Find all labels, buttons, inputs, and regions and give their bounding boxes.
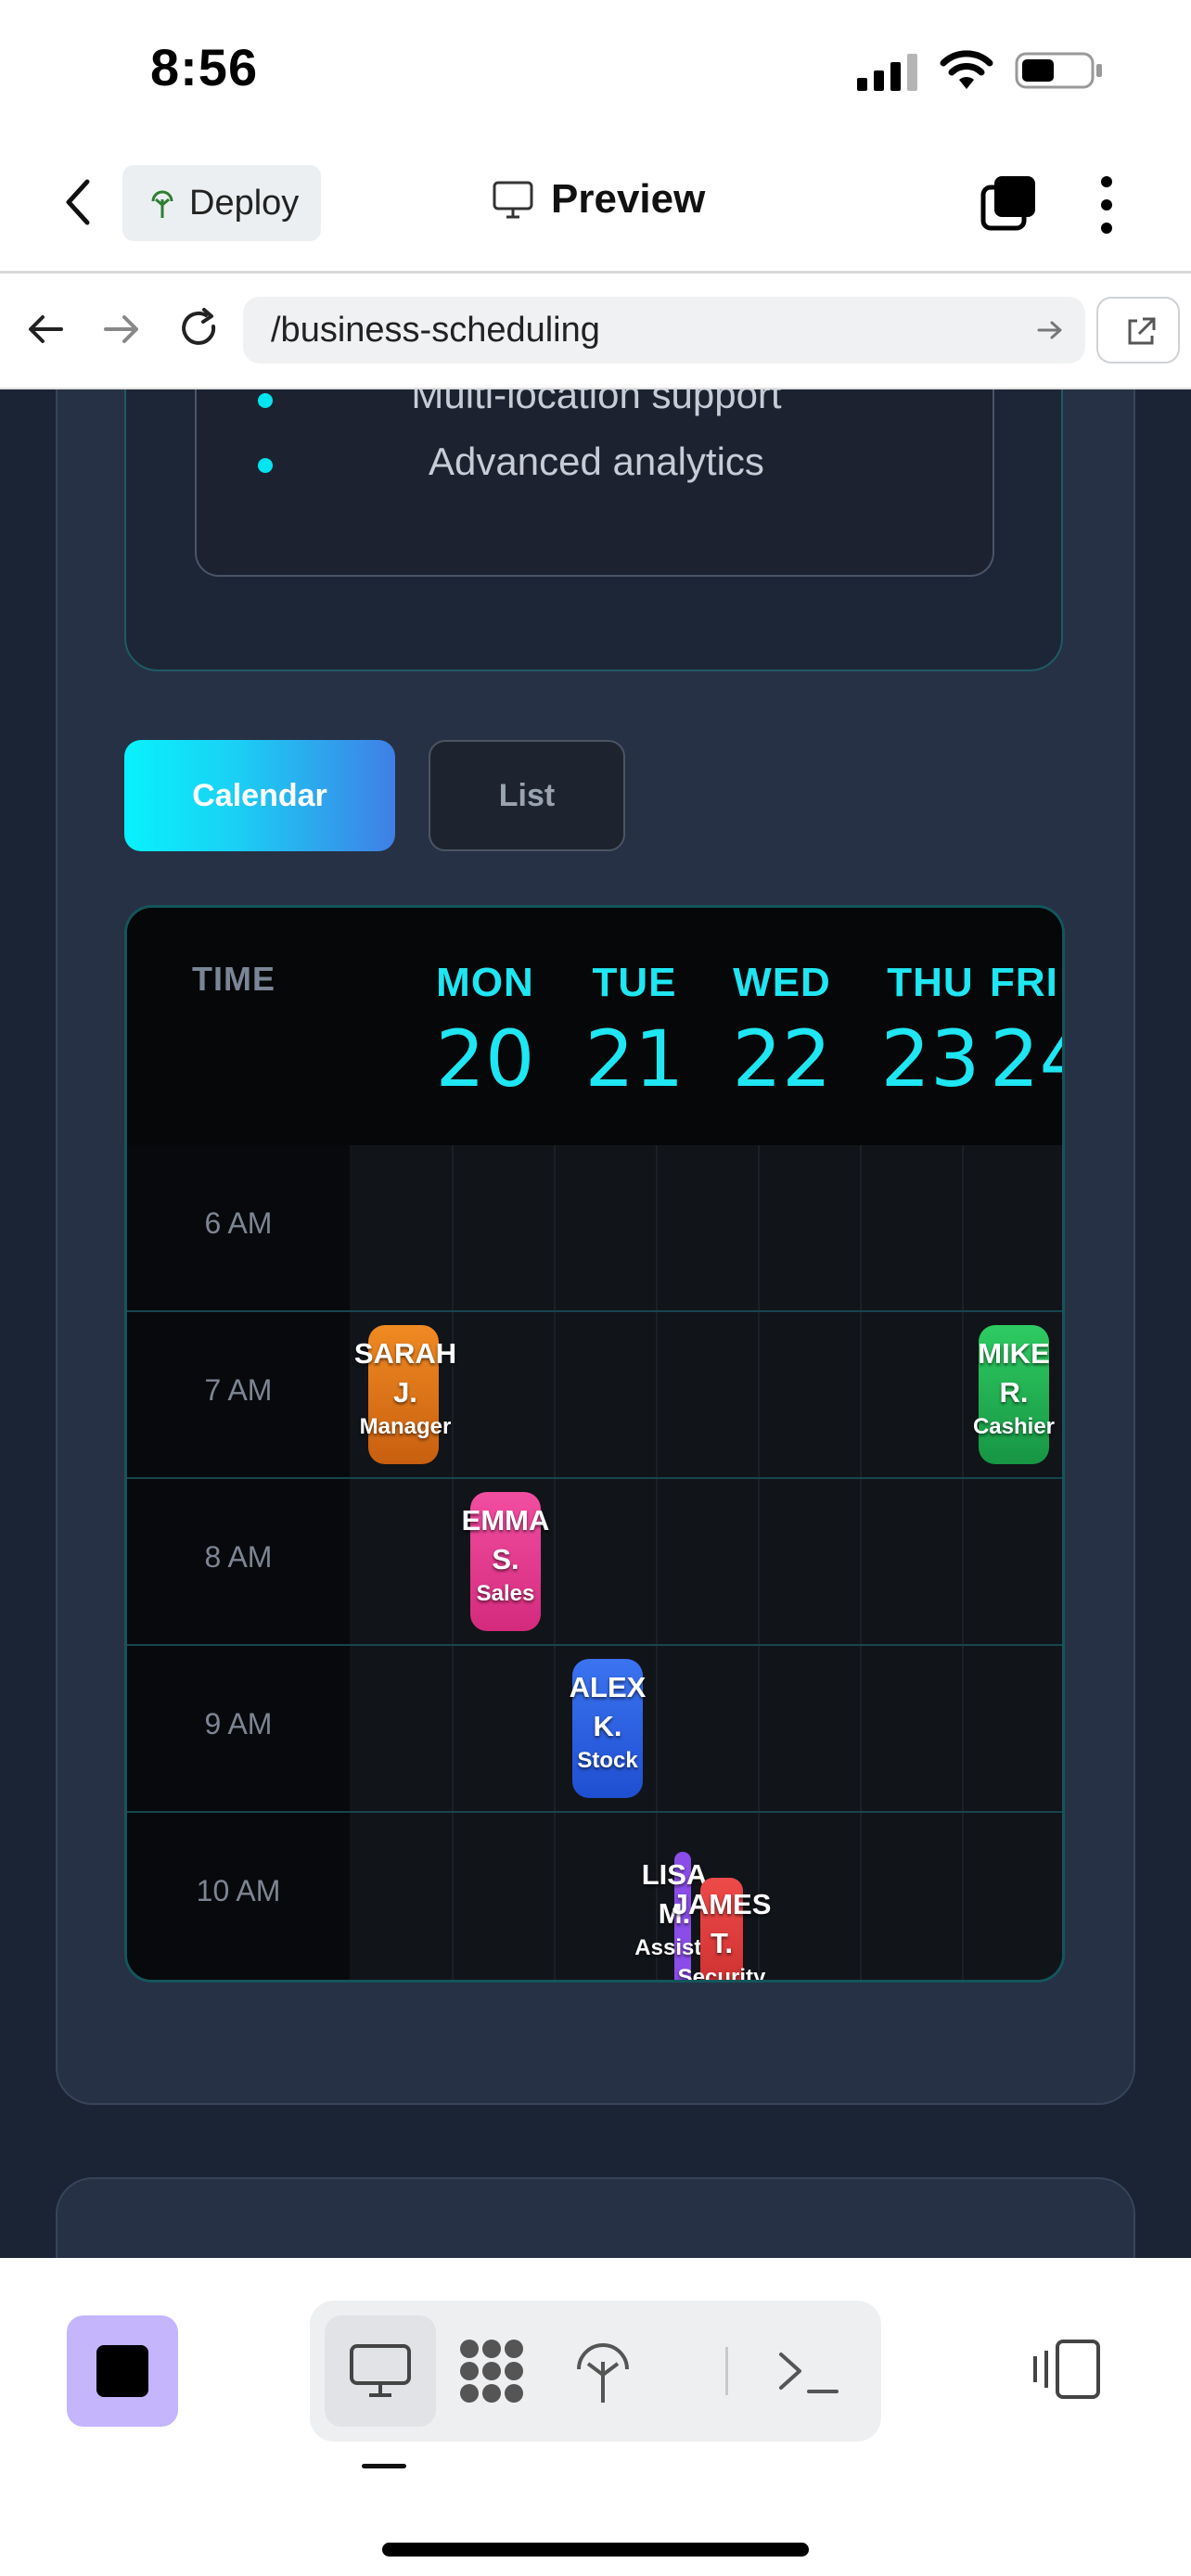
day-number: 20: [435, 1014, 535, 1104]
feature-item: Advanced analytics: [429, 440, 764, 483]
day-number: 22: [732, 1014, 832, 1104]
time-label: 7 AM: [204, 1373, 273, 1407]
shift-label-emma: EMMA S. Sales: [461, 1504, 550, 1606]
wifi-icon: [940, 50, 993, 89]
day-number: 21: [584, 1014, 685, 1104]
monitor-icon: [493, 181, 533, 219]
deploy-icon: [577, 2343, 629, 2403]
signal-icon: [857, 54, 917, 91]
day-header-thu[interactable]: THU 23: [875, 960, 986, 1104]
open-external-button[interactable]: [1096, 297, 1180, 363]
deploy-tab[interactable]: [547, 2315, 659, 2427]
time-label: 9 AM: [204, 1707, 273, 1741]
view-switcher: [310, 2301, 881, 2442]
hour-divider: [127, 1477, 1062, 1479]
home-indicator: [382, 2543, 809, 2557]
tabs-icon[interactable]: [980, 174, 1037, 232]
day-number: 23: [880, 1014, 980, 1104]
time-label: 10 AM: [196, 1874, 281, 1907]
shift-label-alex: ALEX K. Stock: [569, 1671, 647, 1773]
desktop-icon: [350, 2344, 411, 2397]
url-field[interactable]: /business-scheduling: [243, 297, 1085, 363]
terminal-icon: [779, 2353, 839, 2393]
browser-forward-icon[interactable]: [98, 306, 145, 352]
day-header-mon[interactable]: MON 20: [429, 960, 541, 1104]
day-name: MON: [436, 960, 534, 1005]
shift-label-mike: MIKE R. Cashier: [972, 1337, 1056, 1439]
calendar-view-button[interactable]: Calendar: [124, 740, 395, 851]
external-link-icon: [1128, 317, 1156, 345]
app-header: Deploy Preview: [0, 139, 1191, 274]
battery-icon: [1015, 52, 1102, 89]
segment-divider: [725, 2347, 728, 2395]
status-time: 8:56: [150, 38, 259, 96]
time-label: 8 AM: [204, 1540, 273, 1574]
deploy-tree-icon: [151, 190, 173, 218]
day-header-tue[interactable]: TUE 21: [579, 960, 690, 1104]
reload-icon[interactable]: [176, 306, 223, 352]
grid-line: [962, 1145, 964, 1980]
shift-label-james: JAMES T. Security: [672, 1888, 772, 1983]
stop-icon: [96, 2345, 148, 2397]
day-name: THU: [887, 960, 974, 1005]
page-content: Multi-location support Advanced analytic…: [0, 389, 1191, 2258]
day-header-wed[interactable]: WED 22: [726, 960, 838, 1104]
day-name: TUE: [592, 960, 677, 1005]
time-column: 6 AM 7 AM 8 AM 9 AM 10 AM: [127, 1145, 350, 1980]
more-vertical-icon[interactable]: [1093, 172, 1121, 237]
browser-bar: /business-scheduling: [0, 274, 1191, 389]
go-arrow-icon[interactable]: [1035, 315, 1065, 345]
deploy-button[interactable]: Deploy: [122, 165, 321, 241]
day-header-fri[interactable]: FRI 24: [971, 960, 1062, 1104]
desktop-tab[interactable]: [325, 2315, 436, 2427]
grid-line: [860, 1145, 862, 1980]
status-bar: 8:56: [0, 0, 1191, 139]
grid-line: [758, 1145, 760, 1980]
calendar-header: TIME MON 20 TUE 21 WED 22 THU 23 FRI 24: [127, 908, 1062, 1145]
hour-divider: [127, 1310, 1062, 1312]
list-view-button[interactable]: List: [429, 740, 625, 851]
hour-divider: [127, 1811, 1062, 1813]
apps-icon: [460, 2340, 523, 2403]
feature-item: Multi-location support: [411, 389, 782, 416]
preview-title: Preview: [492, 176, 705, 223]
bottom-toolbar: [0, 2258, 1191, 2576]
back-chevron-icon[interactable]: [56, 174, 102, 230]
active-tab-indicator: [362, 2464, 406, 2468]
device-toggle-icon[interactable]: [1031, 2338, 1102, 2401]
browser-back-icon[interactable]: [22, 306, 69, 352]
time-column-header: TIME: [192, 960, 275, 998]
preview-label: Preview: [551, 176, 706, 222]
shift-label-sarah: SARAH J. Manager: [353, 1337, 457, 1439]
day-name: WED: [733, 960, 831, 1005]
day-number: 24: [990, 1014, 1062, 1104]
schedule-calendar: TIME MON 20 TUE 21 WED 22 THU 23 FRI 24: [124, 905, 1065, 1983]
next-section-card: [56, 2177, 1135, 2258]
deploy-label: Deploy: [189, 183, 300, 223]
stop-button[interactable]: [67, 2315, 178, 2427]
time-label: 6 AM: [204, 1206, 273, 1240]
day-name: FRI: [990, 960, 1058, 1005]
hour-divider: [127, 1644, 1062, 1646]
terminal-tab[interactable]: [753, 2315, 864, 2427]
url-text: /business-scheduling: [271, 310, 600, 350]
apps-tab[interactable]: [436, 2315, 547, 2427]
features-list: Multi-location support Advanced analytic…: [195, 389, 994, 577]
